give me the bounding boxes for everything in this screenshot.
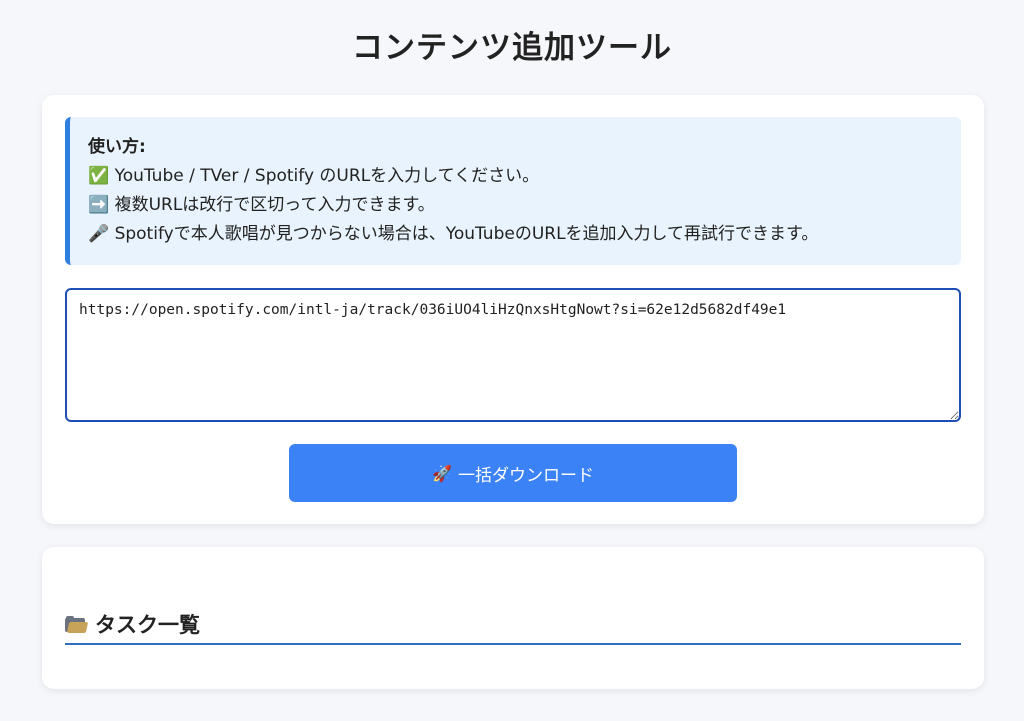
rocket-icon: 🚀 xyxy=(432,463,452,483)
instruction-line-spotify-retry: 🎤 Spotifyで本人歌唱が見つからない場合は、YouTubeのURLを追加入… xyxy=(88,224,819,244)
folder-icon xyxy=(65,615,89,633)
input-card: 使い方: ✅ YouTube / TVer / Spotify のURLを入力し… xyxy=(42,95,984,524)
instruction-line-supported-urls: ✅ YouTube / TVer / Spotify のURLを入力してください… xyxy=(88,166,540,186)
page-title: コンテンツ追加ツール xyxy=(352,30,672,66)
instructions-box: 使い方: ✅ YouTube / TVer / Spotify のURLを入力し… xyxy=(65,117,961,265)
instruction-line-multiple-urls: ➡️ 複数URLは改行で区切って入力できます。 xyxy=(88,195,435,215)
tasks-heading-label: タスク一覧 xyxy=(95,613,200,637)
bulk-download-label: 一括ダウンロード xyxy=(457,465,594,486)
bulk-download-button[interactable]: 🚀 一括ダウンロード xyxy=(289,444,737,502)
tasks-card: タスク一覧 xyxy=(42,547,984,689)
instructions-heading: 使い方: xyxy=(88,137,146,157)
url-input[interactable] xyxy=(65,288,961,422)
tasks-heading: タスク一覧 xyxy=(65,605,961,645)
